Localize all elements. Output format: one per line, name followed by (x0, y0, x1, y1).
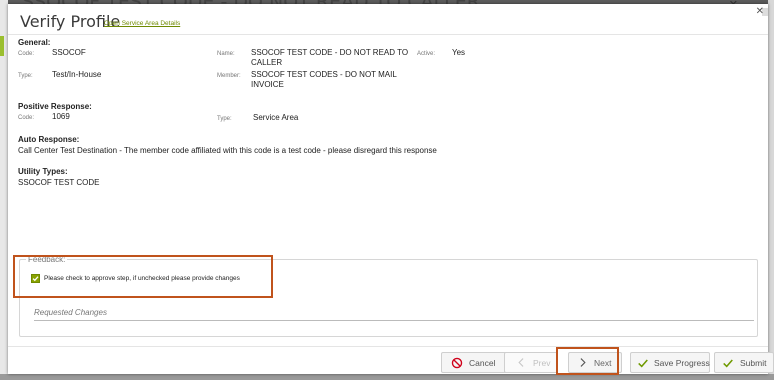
utility-types-heading: Utility Types: (18, 167, 68, 176)
ban-icon (450, 356, 464, 370)
save-progress-button-label: Save Progress (654, 357, 710, 368)
general-code-value: SSOCOF (52, 48, 86, 57)
general-active-value: Yes (452, 48, 466, 57)
requested-changes-label: Requested Changes (34, 308, 107, 317)
cancel-button-label: Cancel (469, 357, 496, 368)
save-progress-button[interactable]: Save Progress (630, 352, 710, 373)
background-bottom-edge (0, 374, 774, 380)
verify-profile-modal: ✕ Verify Profile Open Service Area Detai… (8, 4, 774, 374)
general-name-label: Name: (217, 51, 235, 57)
close-icon[interactable]: ✕ (756, 6, 764, 17)
general-type-label: Type: (18, 73, 33, 79)
submit-button[interactable]: Submit (714, 352, 774, 373)
background-left-panel (0, 0, 8, 380)
general-name-value-line2: CALLER (251, 58, 283, 67)
general-member-value-line1: SSOCOF TEST CODES - DO NOT MAIL (251, 70, 397, 79)
background-accent-bar (0, 36, 4, 56)
chevron-right-icon (575, 356, 589, 370)
title-divider (8, 34, 768, 35)
general-member-label: Member: (217, 73, 241, 79)
cancel-button[interactable]: Cancel (441, 352, 507, 373)
feedback-fieldset: Feedback: Please check to approve step, … (19, 255, 758, 337)
submit-button-label: Submit (740, 357, 767, 368)
auto-response-heading: Auto Response: (18, 135, 80, 144)
check-icon (721, 356, 735, 370)
next-button-label: Next (594, 357, 612, 368)
general-code-label: Code: (18, 51, 35, 57)
utility-types-text: SSOCOF TEST CODE (18, 178, 100, 187)
general-type-value: Test/In-House (52, 70, 102, 79)
positive-response-type-label: Type: (217, 116, 232, 122)
footer-divider (8, 346, 768, 347)
background-scrollbar (768, 0, 774, 380)
feedback-legend: Feedback: (26, 255, 68, 264)
check-icon (32, 276, 39, 282)
chevron-left-icon (514, 356, 528, 370)
prev-button-label: Prev (533, 357, 551, 368)
general-heading: General: (18, 38, 51, 47)
approve-checkbox-label: Please check to approve step, if uncheck… (44, 275, 240, 282)
positive-response-code-value: 1069 (52, 112, 70, 121)
positive-response-type-value: Service Area (253, 113, 299, 122)
general-active-label: Active: (417, 51, 436, 57)
next-button[interactable]: Next (568, 352, 622, 373)
approve-checkbox[interactable] (31, 274, 40, 283)
approve-checkbox-row[interactable]: Please check to approve step, if uncheck… (31, 274, 240, 283)
positive-response-code-label: Code: (18, 115, 35, 121)
positive-response-heading: Positive Response: (18, 102, 92, 111)
open-service-area-details-link[interactable]: Open Service Area Details (104, 20, 180, 27)
prev-button[interactable]: Prev (504, 352, 558, 373)
requested-changes-input[interactable] (34, 320, 754, 321)
check-icon (637, 356, 649, 370)
auto-response-text: Call Center Test Destination - The membe… (18, 146, 437, 155)
general-name-value-line1: SSOCOF TEST CODE - DO NOT READ TO (251, 48, 409, 57)
general-member-value-line2: INVOICE (251, 80, 284, 89)
